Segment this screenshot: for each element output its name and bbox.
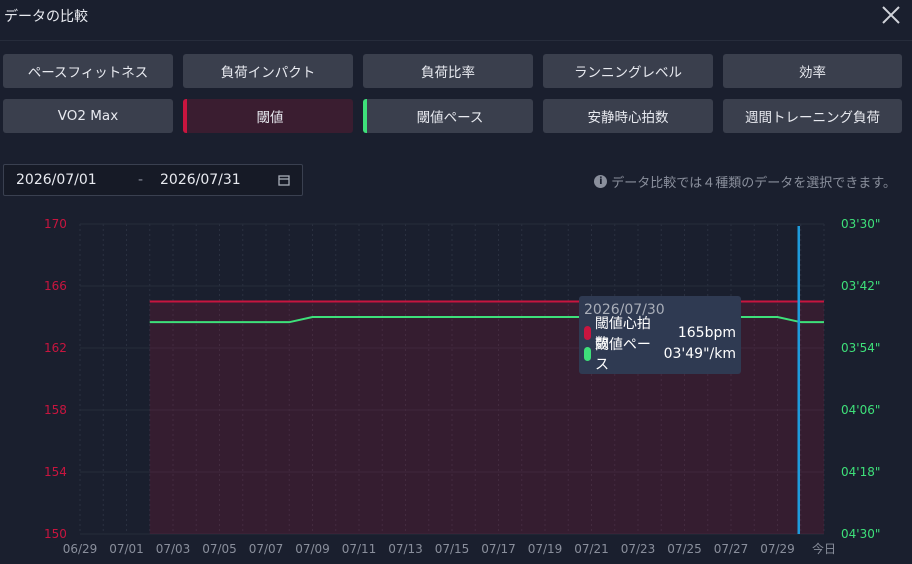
x-tick-label: 07/19 <box>528 542 563 556</box>
y-right-tick-label: 04'30" <box>841 527 880 541</box>
y-right-tick-label: 04'06" <box>841 403 880 417</box>
x-tick-label: 07/07 <box>249 542 284 556</box>
x-tick-label: 07/01 <box>109 542 144 556</box>
metric-button-resting-hr[interactable]: 安静時心拍数 <box>543 99 713 133</box>
calendar-icon[interactable] <box>277 173 291 187</box>
info-icon: i <box>594 175 608 188</box>
chart-tooltip: 2026/07/30 閾値心拍数 165bpm 閾値ペース 03'49"/km <box>579 296 741 374</box>
tooltip-row-pace: 閾値ペース 03'49"/km <box>584 337 736 373</box>
x-tick-label: 07/11 <box>342 542 377 556</box>
x-tick-label: 06/29 <box>63 542 98 556</box>
x-tick-label: 07/15 <box>435 542 470 556</box>
metric-button-threshold[interactable]: 閾値 <box>183 99 353 133</box>
x-tick-label: 07/03 <box>156 542 191 556</box>
date-range-picker[interactable]: 2026/07/01 - 2026/07/31 <box>3 164 303 196</box>
y-left-tick-label: 166 <box>44 279 67 293</box>
dialog-title: データの比較 <box>4 9 88 25</box>
metric-button-threshold-pace[interactable]: 閾値ペース <box>363 99 533 133</box>
y-right-tick-label: 04'18" <box>841 465 880 479</box>
pace-swatch <box>584 346 591 361</box>
y-left-tick-label: 170 <box>44 217 67 231</box>
tooltip-pace-label: 閾値ペース <box>594 336 651 373</box>
y-left-tick-label: 162 <box>44 341 67 355</box>
y-right-tick-label: 03'30" <box>841 217 880 231</box>
y-right-tick-label: 03'54" <box>841 341 880 355</box>
x-tick-label: 今日 <box>812 541 836 556</box>
x-tick-label: 07/23 <box>621 542 656 556</box>
x-tick-label: 07/13 <box>388 542 423 556</box>
date-end[interactable]: 2026/07/31 <box>160 172 241 188</box>
y-left-tick-label: 150 <box>44 527 67 541</box>
x-tick-label: 07/05 <box>202 542 237 556</box>
metric-button-load-impact[interactable]: 負荷インパクト <box>183 54 353 88</box>
x-tick-label: 07/25 <box>667 542 702 556</box>
header-divider <box>0 40 912 41</box>
date-separator: - <box>138 172 144 188</box>
metric-button-weekly-load[interactable]: 週間トレーニング負荷 <box>723 99 902 133</box>
metric-button-running-level[interactable]: ランニングレベル <box>543 54 713 88</box>
y-right-tick-label: 03'42" <box>841 279 880 293</box>
x-tick-label: 07/09 <box>295 542 330 556</box>
close-icon[interactable] <box>878 2 904 28</box>
metric-button-pace-fitness[interactable]: ペースフィットネス <box>3 54 173 88</box>
y-left-tick-label: 158 <box>44 403 67 417</box>
x-tick-label: 07/29 <box>760 542 795 556</box>
tooltip-pace-value: 03'49"/km <box>663 345 736 362</box>
metric-button-load-ratio[interactable]: 負荷比率 <box>363 54 533 88</box>
hint-text: i データ比較では４種類のデータを選択できます。 <box>594 172 896 191</box>
metric-button-vo2max[interactable]: VO2 Max <box>3 99 173 133</box>
x-tick-label: 07/27 <box>714 542 749 556</box>
hr-swatch <box>584 325 591 340</box>
metric-button-efficiency[interactable]: 効率 <box>723 54 902 88</box>
threshold-chart[interactable]: 150 154 158 162 166 170 04'30" 04'18" 04'06" 03'5… <box>0 200 912 564</box>
date-start[interactable]: 2026/07/01 <box>16 172 97 188</box>
hint-label: データ比較では４種類のデータを選択できます。 <box>611 176 896 191</box>
x-tick-label: 07/17 <box>481 542 516 556</box>
x-tick-label: 07/21 <box>574 542 609 556</box>
tooltip-hr-value: 165bpm <box>677 324 736 341</box>
y-left-tick-label: 154 <box>44 465 67 479</box>
